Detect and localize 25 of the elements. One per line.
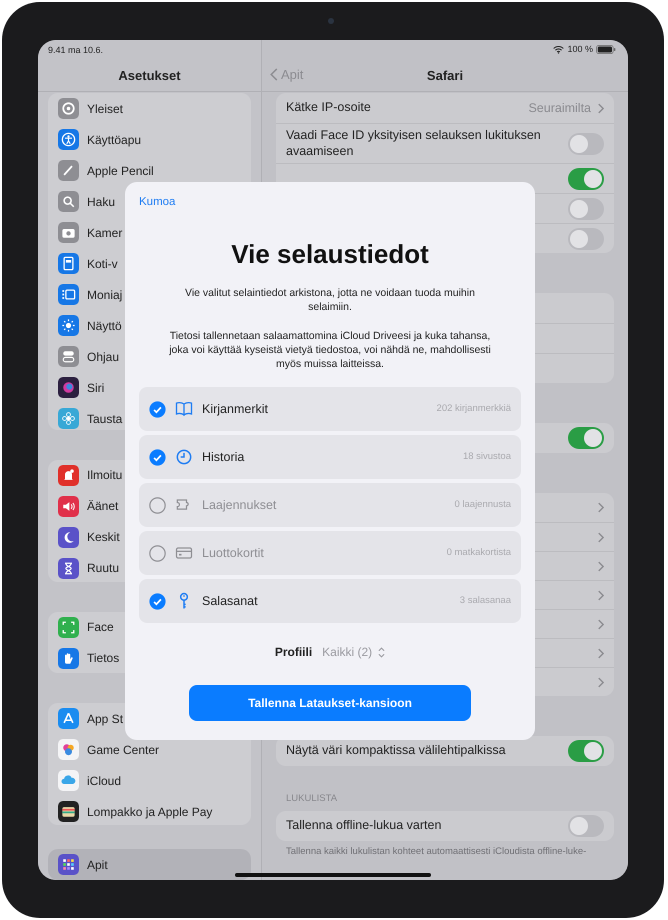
option-label: Historia (202, 448, 244, 466)
option-count: 18 sivustoa (462, 450, 511, 464)
footer-text: Tallenna kaikki lukulistan kohteet automaattisesti iCloudista offline-luke- (286, 844, 588, 858)
option-label: Luottokortit (202, 544, 264, 562)
status-time: 9.41 ma 10.6. (48, 44, 104, 57)
option-count: 0 matkakortista (446, 546, 511, 560)
option-label: Kirjanmerkit (202, 400, 268, 418)
battery-percent: 100 % (567, 43, 593, 56)
option-count: 202 kirjanmerkkiä (436, 402, 511, 416)
setting-label: Vaadi Face ID yksityisen selauksen lukituksen avaamiseen (286, 127, 542, 160)
profile-label: Profiili (274, 644, 312, 662)
option-count: 0 laajennusta (454, 498, 511, 512)
description-text: Vie valitut selaintiedot arkistona, jotta ne voidaan tuoda muihin selaimiin. (184, 286, 476, 315)
option-label: Salasanat (202, 592, 258, 610)
setting-label: Näytä väri kompaktissa välilehtipalkissa (286, 742, 507, 760)
description-text: Tietosi tallennetaan salaamattomina iCloud Driveesi ja kuka tahansa, joka voi käyttää kyseistä vietyä tiedostoa, voi nähdä ne, mahdollisesti myös muissa laitteissa. (168, 328, 492, 372)
sidebar-title: Asetukset (118, 67, 181, 85)
option-count: 3 salasanaa (460, 594, 511, 608)
setting-value: Seuraimilta (528, 100, 591, 117)
section-header: LUKULISTA (286, 792, 338, 806)
dialog-title: Vie selaustiedot (231, 238, 429, 272)
option-label: Laajennukset (202, 496, 276, 514)
nav-title: Safari (426, 67, 464, 85)
setting-label: Tallenna offline-lukua varten (286, 816, 442, 834)
setting-label: Kätke IP-osoite (286, 99, 372, 116)
